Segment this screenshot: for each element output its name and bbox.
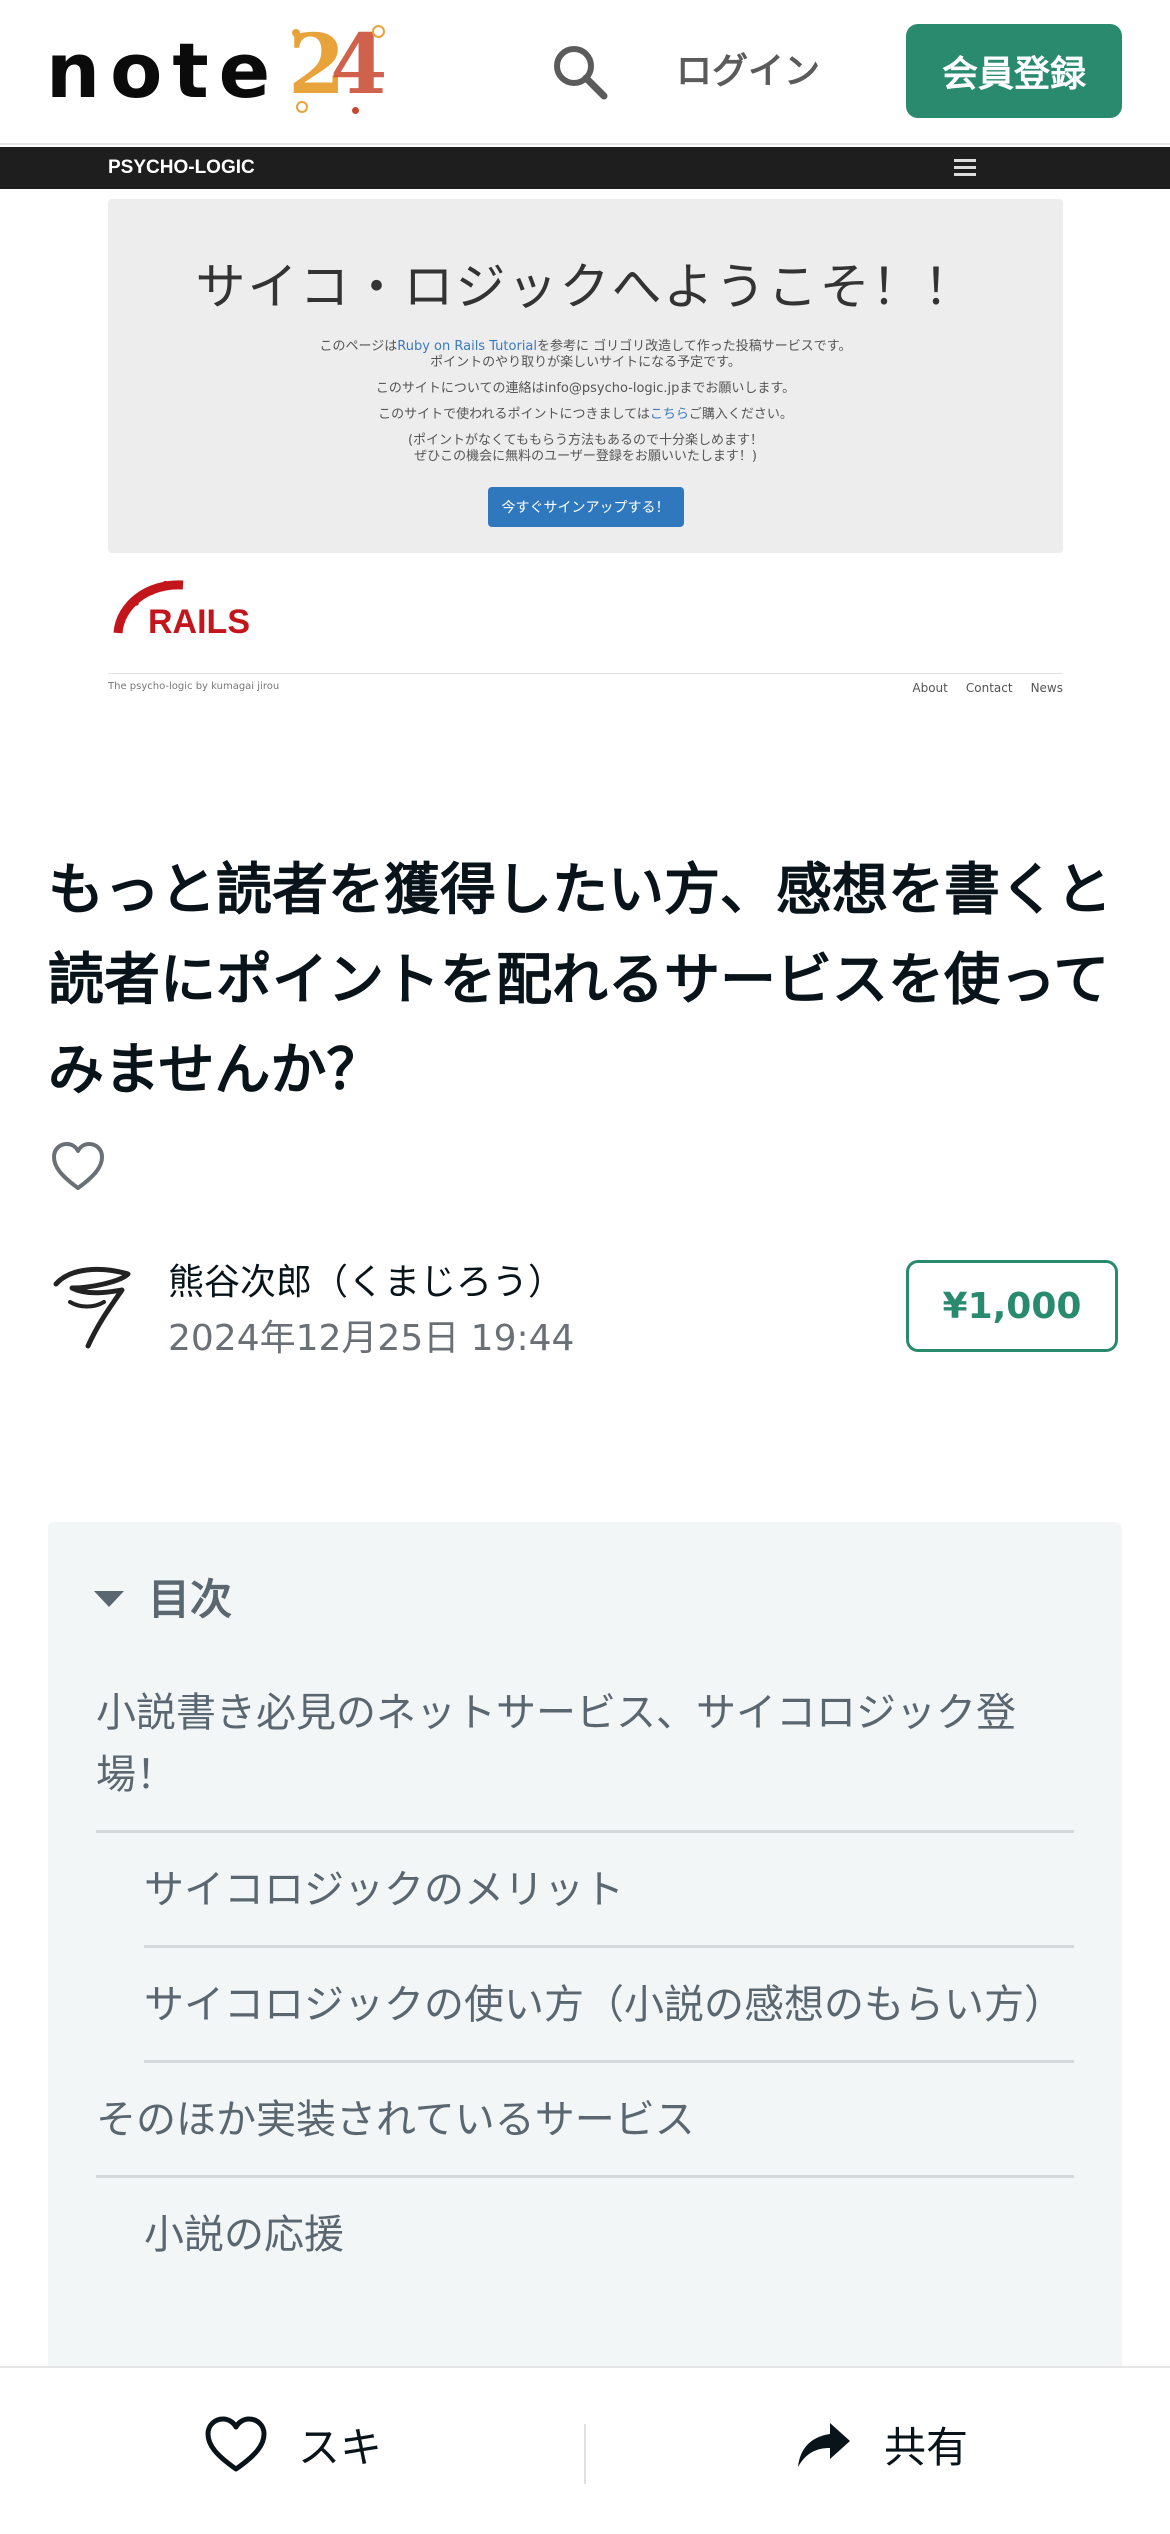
hamburger-icon [954,159,976,177]
article-title: もっと読者を獲得したい方、感想を書くと読者にポイントを配れるサービスを使ってみま… [48,858,1112,1103]
share-arrow-icon [798,2422,850,2467]
bottom-action-bar: スキ 共有 [0,2366,1170,2534]
post-date: 2024年12月25日 19:44 [168,1318,575,1359]
toc-list: 小説書き必見のネットサービス、サイコロジック登場！ サイコロジックのメリット サ… [96,1682,1074,2290]
eyecatch-brand: PSYCHO-LOGIC [108,157,255,178]
search-icon [554,46,608,100]
price-button[interactable]: ¥1,000 [906,1260,1118,1352]
like-button-top[interactable] [50,1140,106,1196]
eyecatch-signup-button: 今すぐサインアップする！ [487,487,684,527]
like-button[interactable]: スキ [204,2414,382,2475]
eyecatch-hero: サイコ・ロジックへようこそ！！ このページはRuby on Rails Tuto… [108,199,1063,553]
logo-wordmark: note [46,26,281,115]
toc-item[interactable]: サイコロジックのメリット [144,1833,1074,1948]
toc-item[interactable]: そのほか実装されているサービス [96,2063,1074,2178]
share-label: 共有 [884,2423,969,2472]
table-of-contents: 目次 小説書き必見のネットサービス、サイコロジック登場！ サイコロジックのメリッ… [48,1522,1122,2372]
signup-button[interactable]: 会員登録 [906,24,1122,118]
eyecatch-navbar: PSYCHO-LOGIC [0,147,1170,189]
toc-item[interactable]: サイコロジックの使い方（小説の感想のもらい方） [144,1948,1074,2063]
eyecatch-footer-credit: The psycho-logic by kumagai jirou [108,681,280,692]
caret-down-icon [94,1590,124,1607]
author-avatar[interactable] [50,1262,140,1352]
svg-text:RAILS: RAILS [148,603,250,637]
toc-heading: 目次 [148,1575,233,1624]
rails-logo: RAILS [113,580,250,637]
toc-toggle[interactable]: 目次 [94,1566,232,1627]
author-name[interactable]: 熊谷次郎（くまじろう） [168,1258,564,1308]
article-eyecatch-image: PSYCHO-LOGIC サイコ・ロジックへようこそ！！ このページはRuby … [0,147,1170,707]
toc-item[interactable]: 小説書き必見のネットサービス、サイコロジック登場！ [96,1682,1074,1833]
eyecatch-hero-title: サイコ・ロジックへようこそ！！ [195,258,976,316]
bottom-bar-divider [584,2424,586,2484]
like-label: スキ [298,2423,383,2472]
login-button[interactable]: ログイン [676,44,820,100]
author-avatar-icon [53,1266,131,1349]
heart-icon [52,1142,104,1190]
note-logo[interactable]: note 2 4 [46,17,387,115]
site-header: note 2 4 ログイン 会員登録 [0,0,1170,145]
toc-item[interactable]: 小説の応援 [144,2178,1074,2290]
eyecatch-footer-links: About Contact News [912,681,1063,695]
anniversary-24-badge: 2 4 [288,17,388,114]
search-button[interactable] [548,40,612,104]
heart-icon [205,2416,267,2471]
share-button[interactable]: 共有 [794,2414,968,2475]
